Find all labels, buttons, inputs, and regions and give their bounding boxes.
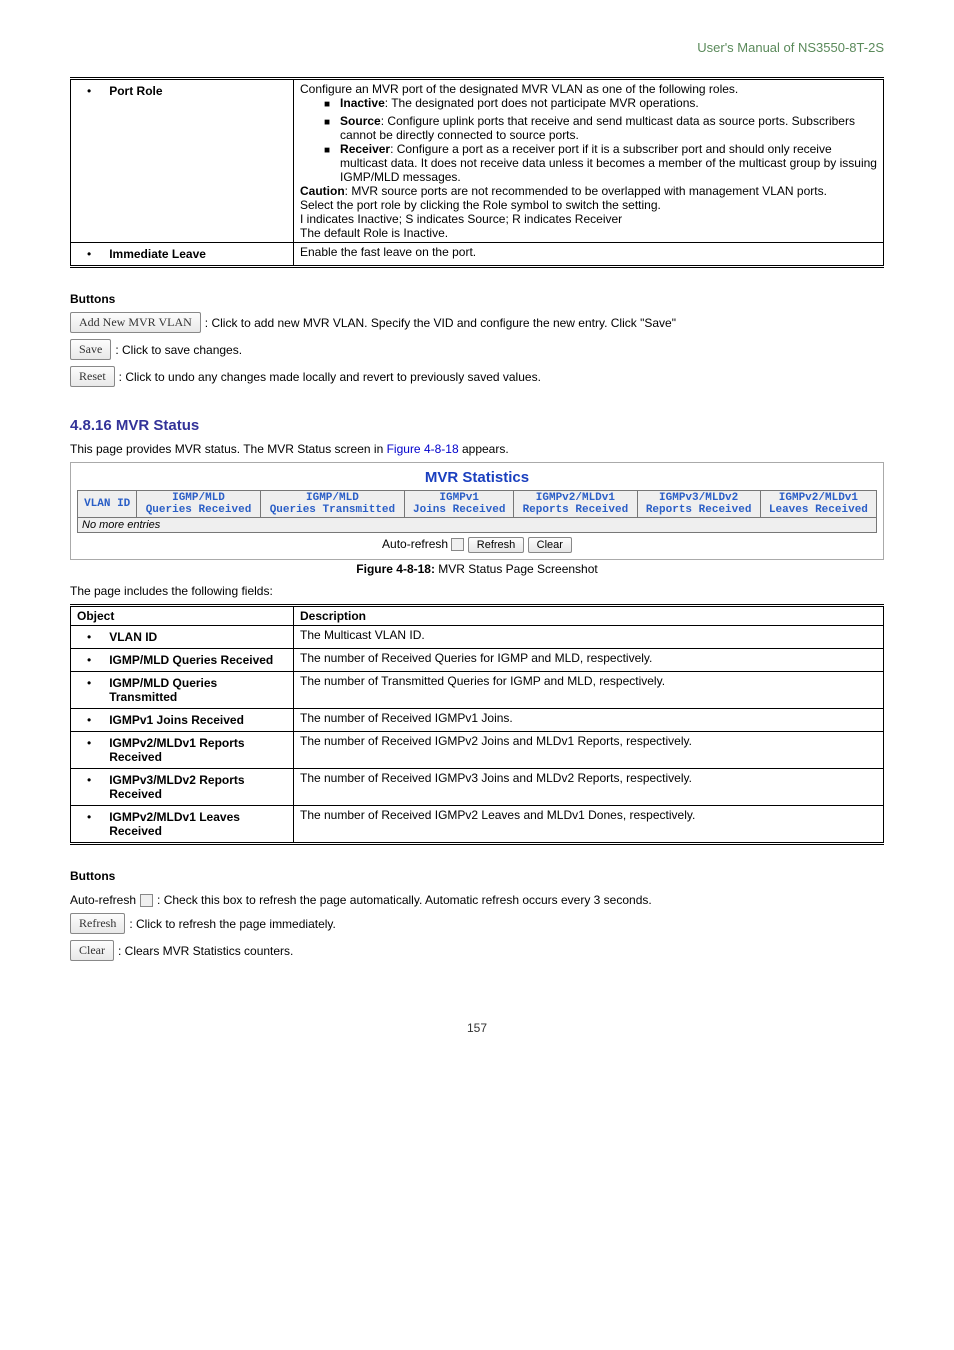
field-object: IGMPv2/MLDv1 Leaves Received (109, 810, 277, 838)
intro-text: This page provides MVR status. The MVR S… (70, 442, 387, 456)
field-desc: The number of Received Queries for IGMP … (294, 649, 884, 672)
row-object-label: Immediate Leave (109, 247, 206, 261)
tail-text: Select the port role by clicking the Rol… (300, 198, 877, 212)
buttons-heading: Buttons (70, 869, 115, 883)
field-desc: The number of Received IGMPv3 Joins and … (294, 769, 884, 806)
field-object: IGMPv1 Joins Received (109, 713, 244, 727)
role-text: : Configure uplink ports that receive an… (340, 114, 855, 142)
fields-table: Object Description VLAN ID The Multicast … (70, 604, 884, 845)
clear-button[interactable]: Clear (70, 940, 114, 961)
role-label: Source (340, 114, 381, 128)
field-desc: The Multicast VLAN ID. (294, 626, 884, 649)
mvr-statistics-screenshot: MVR Statistics VLAN IDIGMP/MLDQueries Re… (70, 462, 884, 560)
tail-text: I indicates Inactive; S indicates Source… (300, 212, 877, 226)
intro-text: appears. (459, 442, 509, 456)
page-number: 157 (70, 1021, 884, 1035)
auto-refresh-checkbox[interactable] (451, 538, 464, 551)
autorefresh-text-a: Auto-refresh (70, 893, 136, 907)
field-desc: The number of Received IGMPv2 Joins and … (294, 732, 884, 769)
save-button[interactable]: Save (70, 339, 111, 360)
page-header: User's Manual of NS3550-8T-2S (70, 40, 884, 55)
tail-text: The default Role is Inactive. (300, 226, 877, 240)
field-object: VLAN ID (109, 630, 157, 644)
stats-header-cell: IGMP/MLDQueries Transmitted (260, 491, 405, 518)
button-desc: : Click to refresh the page immediately. (129, 917, 336, 931)
no-entries-text: No more entries (78, 518, 877, 533)
figure-caption-text: MVR Status Page Screenshot (435, 562, 598, 576)
fields-header-object: Object (71, 606, 294, 626)
field-desc: The number of Transmitted Queries for IG… (294, 672, 884, 709)
screenshot-title: MVR Statistics (77, 469, 877, 486)
stats-header-cell: IGMP/MLDQueries Received (137, 491, 260, 518)
section-number: 4.8.16 (70, 417, 112, 434)
role-text: : Configure a port as a receiver port if… (340, 142, 877, 184)
figure-caption-num: Figure 4-8-18: (356, 562, 435, 576)
field-desc: The number of Received IGMPv1 Joins. (294, 709, 884, 732)
refresh-button[interactable]: Refresh (70, 913, 125, 934)
reset-button[interactable]: Reset (70, 366, 115, 387)
autorefresh-text-b: : Check this box to refresh the page aut… (157, 893, 652, 907)
stats-header-cell: IGMPv1Joins Received (405, 491, 514, 518)
refresh-button[interactable]: Refresh (468, 537, 525, 553)
button-desc: : Click to save changes. (115, 343, 242, 357)
field-object: IGMP/MLD Queries Transmitted (109, 676, 277, 704)
row-object-label: Port Role (109, 84, 162, 98)
row-intro: Configure an MVR port of the designated … (300, 82, 877, 96)
figure-link[interactable]: Figure 4-8-18 (387, 442, 459, 456)
stats-header-cell: IGMPv3/MLDv2Reports Received (637, 491, 760, 518)
buttons-heading: Buttons (70, 292, 115, 306)
role-text: : The designated port does not participa… (385, 96, 699, 110)
field-object: IGMPv3/MLDv2 Reports Received (109, 773, 277, 801)
row-desc: Enable the fast leave on the port. (294, 243, 884, 267)
field-object: IGMP/MLD Queries Received (109, 653, 273, 667)
role-label: Receiver (340, 142, 390, 156)
button-desc: : Click to add new MVR VLAN. Specify the… (205, 316, 676, 330)
auto-refresh-checkbox-icon (140, 894, 153, 907)
button-desc: : Clears MVR Statistics counters. (118, 944, 293, 958)
auto-refresh-label: Auto-refresh (382, 537, 448, 551)
stats-header-cell: IGMPv2/MLDv1Leaves Received (760, 491, 876, 518)
stats-header-cell: IGMPv2/MLDv1Reports Received (514, 491, 637, 518)
role-label: Inactive (340, 96, 385, 110)
section-title: MVR Status (116, 417, 199, 434)
fields-header-desc: Description (294, 606, 884, 626)
caution-text: : MVR source ports are not recommended t… (345, 184, 827, 198)
add-mvr-vlan-button[interactable]: Add New MVR VLAN (70, 312, 201, 333)
button-desc: : Click to undo any changes made locally… (119, 370, 541, 384)
fields-intro: The page includes the following fields: (70, 584, 884, 598)
stats-header-cell: VLAN ID (78, 491, 137, 518)
port-role-table: Port Role Configure an MVR port of the d… (70, 77, 884, 268)
clear-button[interactable]: Clear (528, 537, 572, 553)
stats-table: VLAN IDIGMP/MLDQueries ReceivedIGMP/MLDQ… (77, 490, 877, 533)
field-object: IGMPv2/MLDv1 Reports Received (109, 736, 277, 764)
caution-label: Caution (300, 184, 345, 198)
field-desc: The number of Received IGMPv2 Leaves and… (294, 806, 884, 844)
